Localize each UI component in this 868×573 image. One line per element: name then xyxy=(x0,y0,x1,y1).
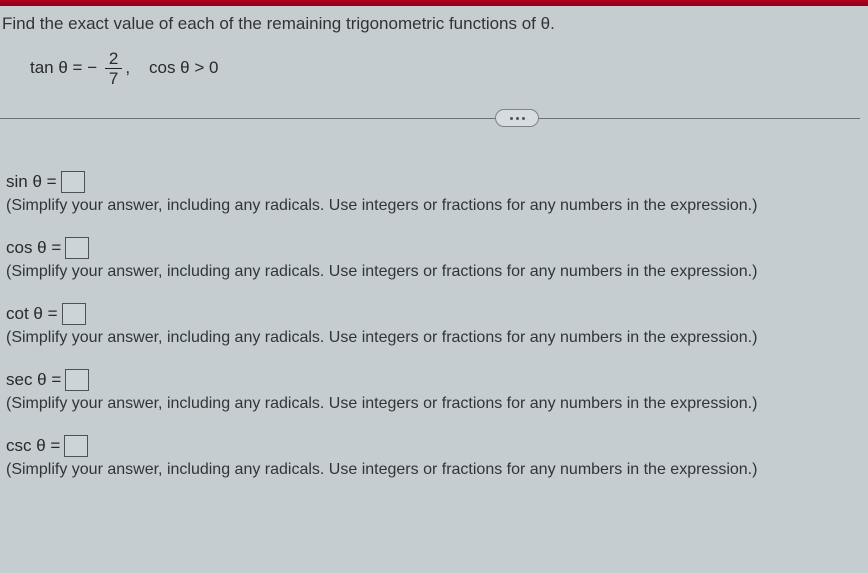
divider xyxy=(0,118,860,119)
sec-label: sec θ = xyxy=(6,370,61,390)
cos-label: cos θ = xyxy=(6,238,61,258)
cot-label: cot θ = xyxy=(6,304,58,324)
csc-input[interactable] xyxy=(64,435,88,457)
dot-icon xyxy=(510,117,513,120)
neg-sign: − xyxy=(87,58,97,77)
sec-input[interactable] xyxy=(65,369,89,391)
csc-label: csc θ = xyxy=(6,436,60,456)
sin-label: sin θ = xyxy=(6,172,57,192)
csc-hint: (Simplify your answer, including any rad… xyxy=(6,461,854,479)
cos-input[interactable] xyxy=(65,237,89,259)
sin-hint: (Simplify your answer, including any rad… xyxy=(6,197,854,215)
comma: , xyxy=(125,58,130,77)
fraction: 2 7 xyxy=(105,50,122,87)
expand-button[interactable] xyxy=(495,109,539,127)
given-lhs: tan θ = xyxy=(30,58,82,77)
cot-hint: (Simplify your answer, including any rad… xyxy=(6,329,854,347)
sin-input[interactable] xyxy=(61,171,85,193)
given-equation: tan θ = − 2 7 , cos θ > 0 xyxy=(0,50,860,109)
cos-hint: (Simplify your answer, including any rad… xyxy=(6,263,854,281)
cot-input[interactable] xyxy=(62,303,86,325)
question-prompt: Find the exact value of each of the rema… xyxy=(0,12,860,50)
fraction-denominator: 7 xyxy=(105,69,122,87)
dot-icon xyxy=(516,117,519,120)
fraction-numerator: 2 xyxy=(105,50,122,69)
dot-icon xyxy=(522,117,525,120)
given-condition: cos θ > 0 xyxy=(149,58,218,77)
sec-hint: (Simplify your answer, including any rad… xyxy=(6,395,854,413)
